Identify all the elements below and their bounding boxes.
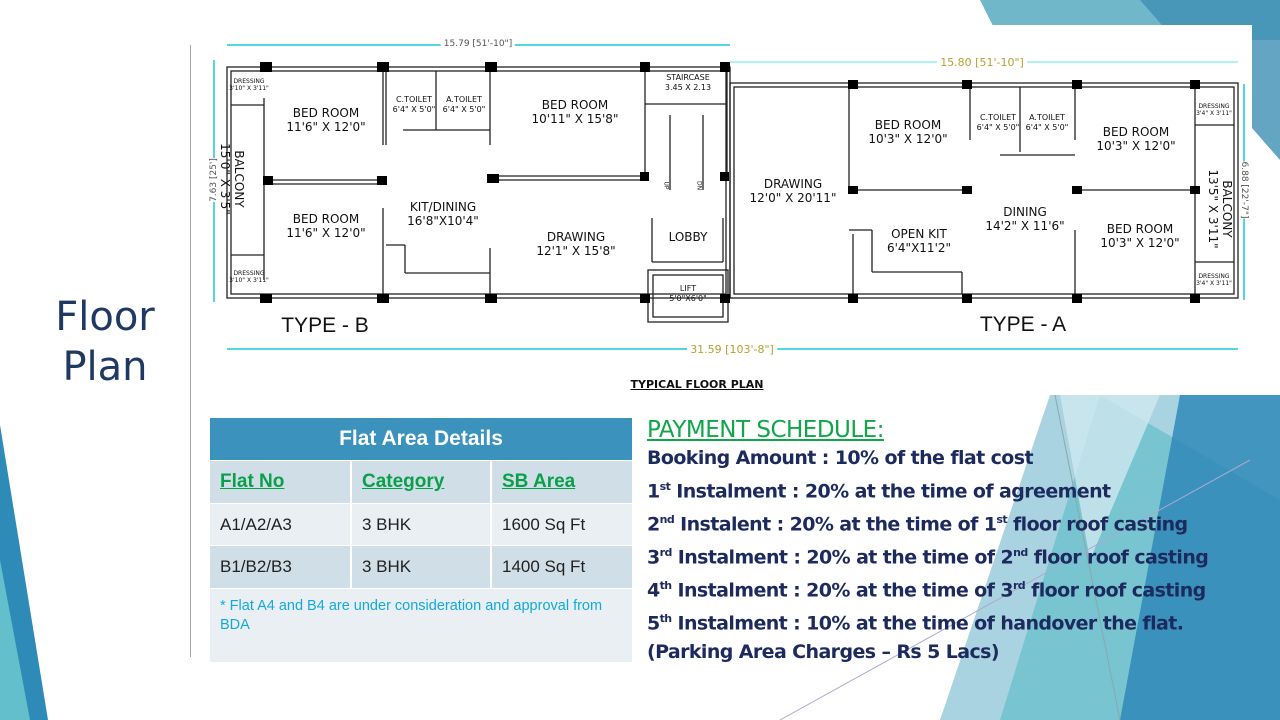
payment-line: 1st Instalment : 20% at the time of agre… (647, 473, 1208, 506)
table-row: A1/A2/A3 3 BHK 1600 Sq Ft (210, 502, 632, 545)
room-c-toilet: C.TOILET 6'4" X 5'0" (392, 95, 436, 114)
payment-text: (Parking Area Charges – Rs 5 Lacs) (647, 641, 1000, 664)
room-bedroom: BED ROOM 10'3" X 12'0" (1096, 125, 1176, 153)
room-bedroom: BED ROOM 10'3" X 12'0" (1100, 222, 1180, 250)
column-header: Category (352, 461, 492, 503)
room-bedroom: BED ROOM 11'6" X 12'0" (286, 106, 366, 134)
payment-text: floor roof casting (1006, 513, 1188, 536)
room-staircase: STAIRCASE 3.45 X 2.13 (664, 73, 712, 92)
table-row: B1/B2/B3 3 BHK 1400 Sq Ft (210, 545, 632, 588)
title-line: Plan (62, 344, 148, 390)
room-c-toilet: C.TOILET 6'4" X 5'0" (976, 113, 1020, 132)
payment-line: Booking Amount : 10% of the flat cost (647, 444, 1208, 473)
divider (190, 45, 191, 657)
room-open-kit: OPEN KIT 6'4"X11'2" (886, 227, 952, 255)
plan-caption: TYPICAL FLOOR PLAN (630, 378, 764, 391)
payment-line: 2nd Instalent : 20% at the time of 1st f… (647, 506, 1208, 539)
payment-text: Instalent : 20% at the time of 1 (674, 513, 997, 536)
stair-down-label: DN (695, 180, 703, 191)
dimension-left: 7.63 [25'] (209, 158, 219, 202)
room-drawing: DRAWING 12'1" X 15'8" (536, 230, 616, 258)
payment-line: (Parking Area Charges – Rs 5 Lacs) (647, 638, 1208, 667)
type-a-label: TYPE - A (979, 313, 1067, 336)
payment-text: Instalment : 10% at the time of handover… (671, 612, 1184, 635)
room-dressing: DRESSING 3'10" X 3'11" (229, 78, 269, 92)
room-dressing: DRESSING 3'10" X 3'11" (229, 270, 269, 284)
payment-text: Booking Amount : 10% of the flat cost (647, 447, 1034, 469)
column-header: Flat No (210, 461, 352, 503)
table-header-row: Flat No Category SB Area (210, 460, 632, 503)
payment-text: rd (659, 546, 673, 560)
payment-text: Instalment : 20% at the time of 3 (671, 579, 1014, 602)
payment-text: Instalment : 20% at the time of agreemen… (670, 480, 1111, 503)
dimension-top-b: 15.79 [51'-10"] (440, 39, 516, 49)
payment-text: 5 (647, 612, 660, 635)
payment-schedule: PAYMENT SCHEDULE: Booking Amount : 10% o… (647, 416, 1209, 667)
table-title: Flat Area Details (210, 418, 632, 460)
room-drawing: DRAWING 12'0" X 20'11" (749, 177, 837, 205)
payment-text: Instalment : 20% at the time of 2 (671, 546, 1014, 569)
payment-text: floor roof casting (1027, 546, 1209, 569)
cell: 3 BHK (352, 503, 492, 545)
payment-line: 3rd Instalment : 20% at the time of 2nd … (647, 539, 1209, 572)
room-bedroom: BED ROOM 10'3" X 12'0" (868, 118, 948, 146)
payment-line: 4th Instalment : 20% at the time of 3rd … (647, 572, 1208, 605)
cell: 3 BHK (352, 546, 492, 588)
type-b-label: TYPE - B (281, 314, 369, 337)
payment-line: 5th Instalment : 10% at the time of hand… (647, 605, 1208, 638)
room-a-toilet: A.TOILET 6'4" X 5'0" (1025, 113, 1069, 132)
table-note: * Flat A4 and B4 are under consideration… (210, 587, 632, 662)
room-kit-dining: KIT/DINING 16'8"X10'4" (407, 200, 479, 228)
column-header: SB Area (502, 471, 576, 492)
room-lobby: LOBBY (668, 230, 708, 244)
room-dining: DINING 14'2" X 11'6" (985, 205, 1065, 233)
room-bedroom: BED ROOM 10'11" X 15'8" (531, 98, 619, 126)
payment-text: nd (659, 512, 675, 526)
payment-text: floor roof casting (1025, 579, 1206, 602)
cell: B1/B2/B3 (210, 546, 352, 588)
room-balcony: BALCONY 13'5" X 3'11" (1206, 169, 1234, 249)
floor-plan: BED ROOM 11'6" X 12'0" BED ROOM 11'6" X 12… (192, 25, 1252, 395)
flat-area-table: Flat Area Details Flat No Category SB Ar… (210, 418, 632, 662)
room-dressing: DRESSING 3'4" X 3'11" (1196, 273, 1232, 287)
payment-text: st (659, 479, 671, 493)
room-bedroom: BED ROOM 11'6" X 12'0" (286, 212, 366, 240)
room-a-toilet: A.TOILET 6'4" X 5'0" (442, 95, 486, 114)
room-lift: LIFT 5'0"X6'0" (669, 284, 707, 303)
cell: 1400 Sq Ft (502, 557, 586, 576)
room-dressing: DRESSING 3'4" X 3'11" (1196, 103, 1232, 117)
payment-text: 1 (647, 480, 660, 503)
dimension-right: 6.88 [22'-7"] (1239, 161, 1249, 219)
payment-title: PAYMENT SCHEDULE: (647, 417, 884, 443)
cell: 1600 Sq Ft (502, 514, 586, 534)
cell: A1/A2/A3 (210, 503, 352, 545)
payment-text: nd (1013, 546, 1028, 560)
payment-text: th (659, 579, 672, 593)
page-title: Floor Plan (40, 292, 170, 392)
payment-text: 2 (647, 513, 660, 536)
payment-text: th (659, 612, 672, 626)
payment-text: st (996, 512, 1007, 526)
dimension-top-a: 15.80 [51'-10"] (937, 56, 1027, 69)
payment-text: 3 (647, 546, 660, 569)
payment-text: rd (1012, 579, 1026, 593)
dimension-total: 31.59 [103'-8"] (687, 343, 777, 356)
title-line: Floor (55, 294, 155, 340)
payment-text: 4 (647, 579, 660, 602)
room-balcony: BALCONY 15'0" X 3'5" (218, 143, 246, 215)
floor-plan-drawing (213, 44, 1245, 350)
stair-up-label: UP (662, 181, 670, 190)
